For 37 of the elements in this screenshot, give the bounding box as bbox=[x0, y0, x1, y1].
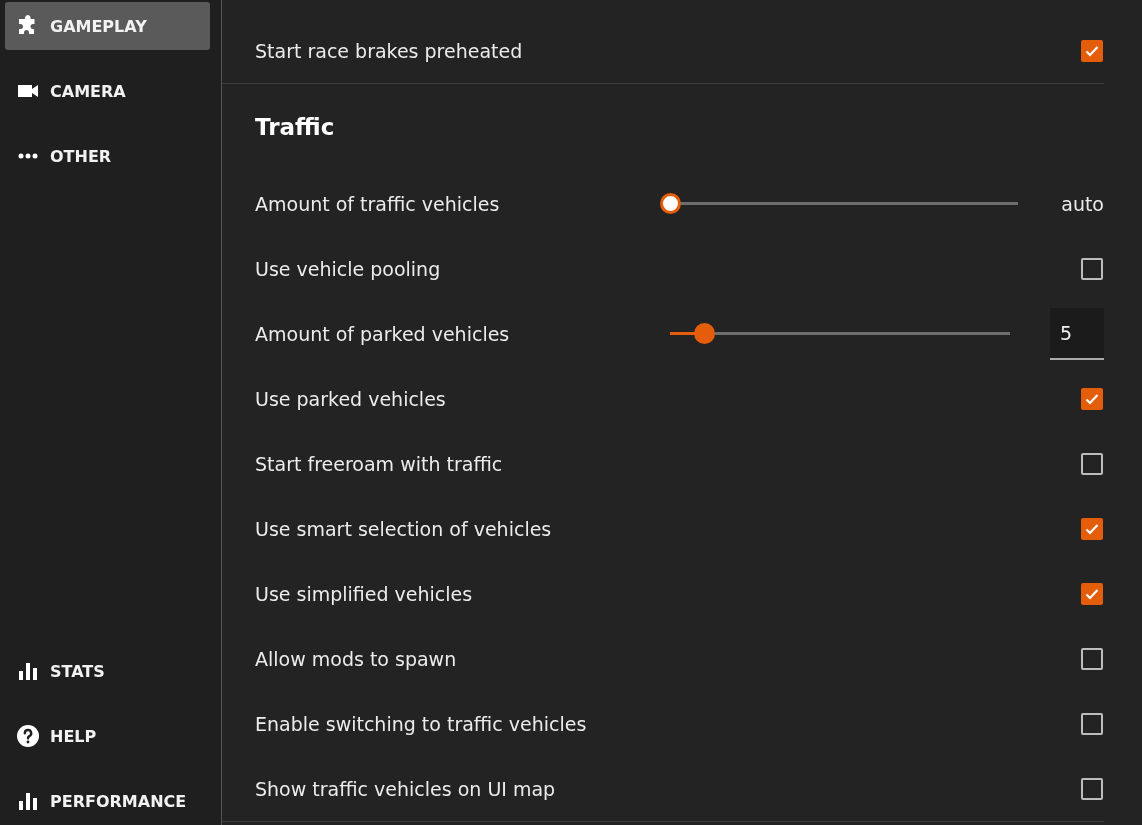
setting-label: Start freeroam with traffic bbox=[255, 452, 504, 475]
section-title: Traffic bbox=[255, 113, 336, 142]
checkbox[interactable] bbox=[1081, 257, 1103, 280]
checkbox[interactable] bbox=[1081, 452, 1103, 475]
value-field[interactable]: 5 bbox=[1050, 307, 1104, 360]
setting-label: Use smart selection of vehicles bbox=[255, 517, 553, 540]
setting-label: Enable switching to traffic vehicles bbox=[255, 712, 588, 735]
checkbox[interactable] bbox=[1081, 712, 1103, 735]
help-icon bbox=[16, 724, 40, 748]
checkbox[interactable] bbox=[1081, 387, 1103, 410]
checkbox[interactable] bbox=[1081, 777, 1103, 800]
sidebar-item[interactable]: STATS bbox=[5, 647, 210, 695]
sidebar-item[interactable]: HELP bbox=[5, 712, 210, 760]
sidebar-item[interactable]: OTHER bbox=[5, 132, 210, 180]
checkbox[interactable] bbox=[1081, 647, 1103, 670]
setting-label: Amount of parked vehicles bbox=[255, 322, 511, 345]
sidebar-item[interactable]: PERFORMANCE bbox=[5, 777, 210, 825]
setting-label: Amount of traffic vehicles bbox=[255, 192, 501, 215]
setting-label: Show traffic vehicles on UI map bbox=[255, 777, 557, 800]
check-icon bbox=[1085, 522, 1099, 535]
slider-thumb[interactable] bbox=[660, 193, 681, 214]
checkbox[interactable] bbox=[1081, 517, 1103, 540]
check-icon bbox=[1085, 587, 1099, 600]
slider-thumb[interactable] bbox=[694, 323, 715, 344]
check-icon bbox=[1085, 392, 1099, 405]
setting-label: Use vehicle pooling bbox=[255, 257, 442, 280]
checkbox[interactable] bbox=[1081, 582, 1103, 605]
dots-icon bbox=[18, 153, 38, 159]
sidebar-item[interactable]: CAMERA bbox=[5, 67, 210, 115]
setting-label: Start race brakes preheated bbox=[255, 39, 524, 62]
setting-label: Use parked vehicles bbox=[255, 387, 447, 410]
sidebar-item[interactable]: GAMEPLAY bbox=[5, 2, 210, 50]
check-icon bbox=[1085, 44, 1099, 57]
setting-label: Allow mods to spawn bbox=[255, 647, 458, 670]
slider-reading: auto bbox=[1060, 192, 1104, 215]
setting-label: Use simplified vehicles bbox=[255, 582, 474, 605]
checkbox[interactable] bbox=[1081, 39, 1103, 62]
